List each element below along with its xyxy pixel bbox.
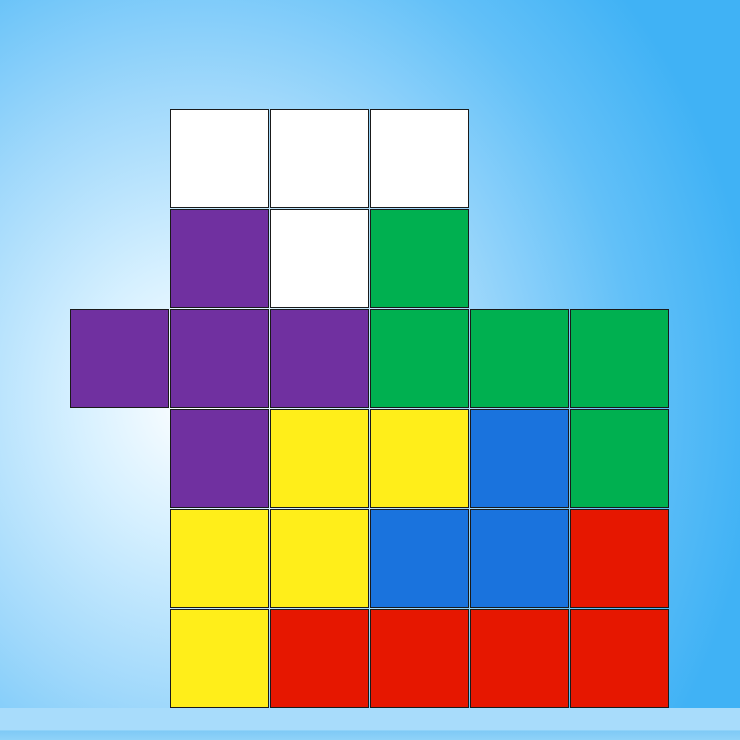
- block-purple[interactable]: [270, 309, 369, 408]
- block-red[interactable]: [570, 509, 669, 608]
- block-purple[interactable]: [170, 409, 269, 508]
- block-white[interactable]: [170, 109, 269, 208]
- block-white[interactable]: [370, 109, 469, 208]
- block-green[interactable]: [370, 309, 469, 408]
- block-yellow[interactable]: [170, 509, 269, 608]
- block-yellow[interactable]: [270, 409, 369, 508]
- ground-strip: [0, 708, 740, 740]
- block-green[interactable]: [570, 409, 669, 508]
- block-white[interactable]: [270, 109, 369, 208]
- block-blue[interactable]: [470, 409, 569, 508]
- block-yellow[interactable]: [370, 409, 469, 508]
- block-blue[interactable]: [470, 509, 569, 608]
- block-red[interactable]: [270, 609, 369, 708]
- block-red[interactable]: [570, 609, 669, 708]
- block-green[interactable]: [370, 209, 469, 308]
- block-yellow[interactable]: [170, 609, 269, 708]
- block-purple[interactable]: [170, 309, 269, 408]
- block-green[interactable]: [570, 309, 669, 408]
- block-purple[interactable]: [170, 209, 269, 308]
- puzzle-board: [0, 0, 740, 740]
- block-red[interactable]: [370, 609, 469, 708]
- block-blue[interactable]: [370, 509, 469, 608]
- block-purple[interactable]: [70, 309, 169, 408]
- block-red[interactable]: [470, 609, 569, 708]
- block-white[interactable]: [270, 209, 369, 308]
- block-green[interactable]: [470, 309, 569, 408]
- block-yellow[interactable]: [270, 509, 369, 608]
